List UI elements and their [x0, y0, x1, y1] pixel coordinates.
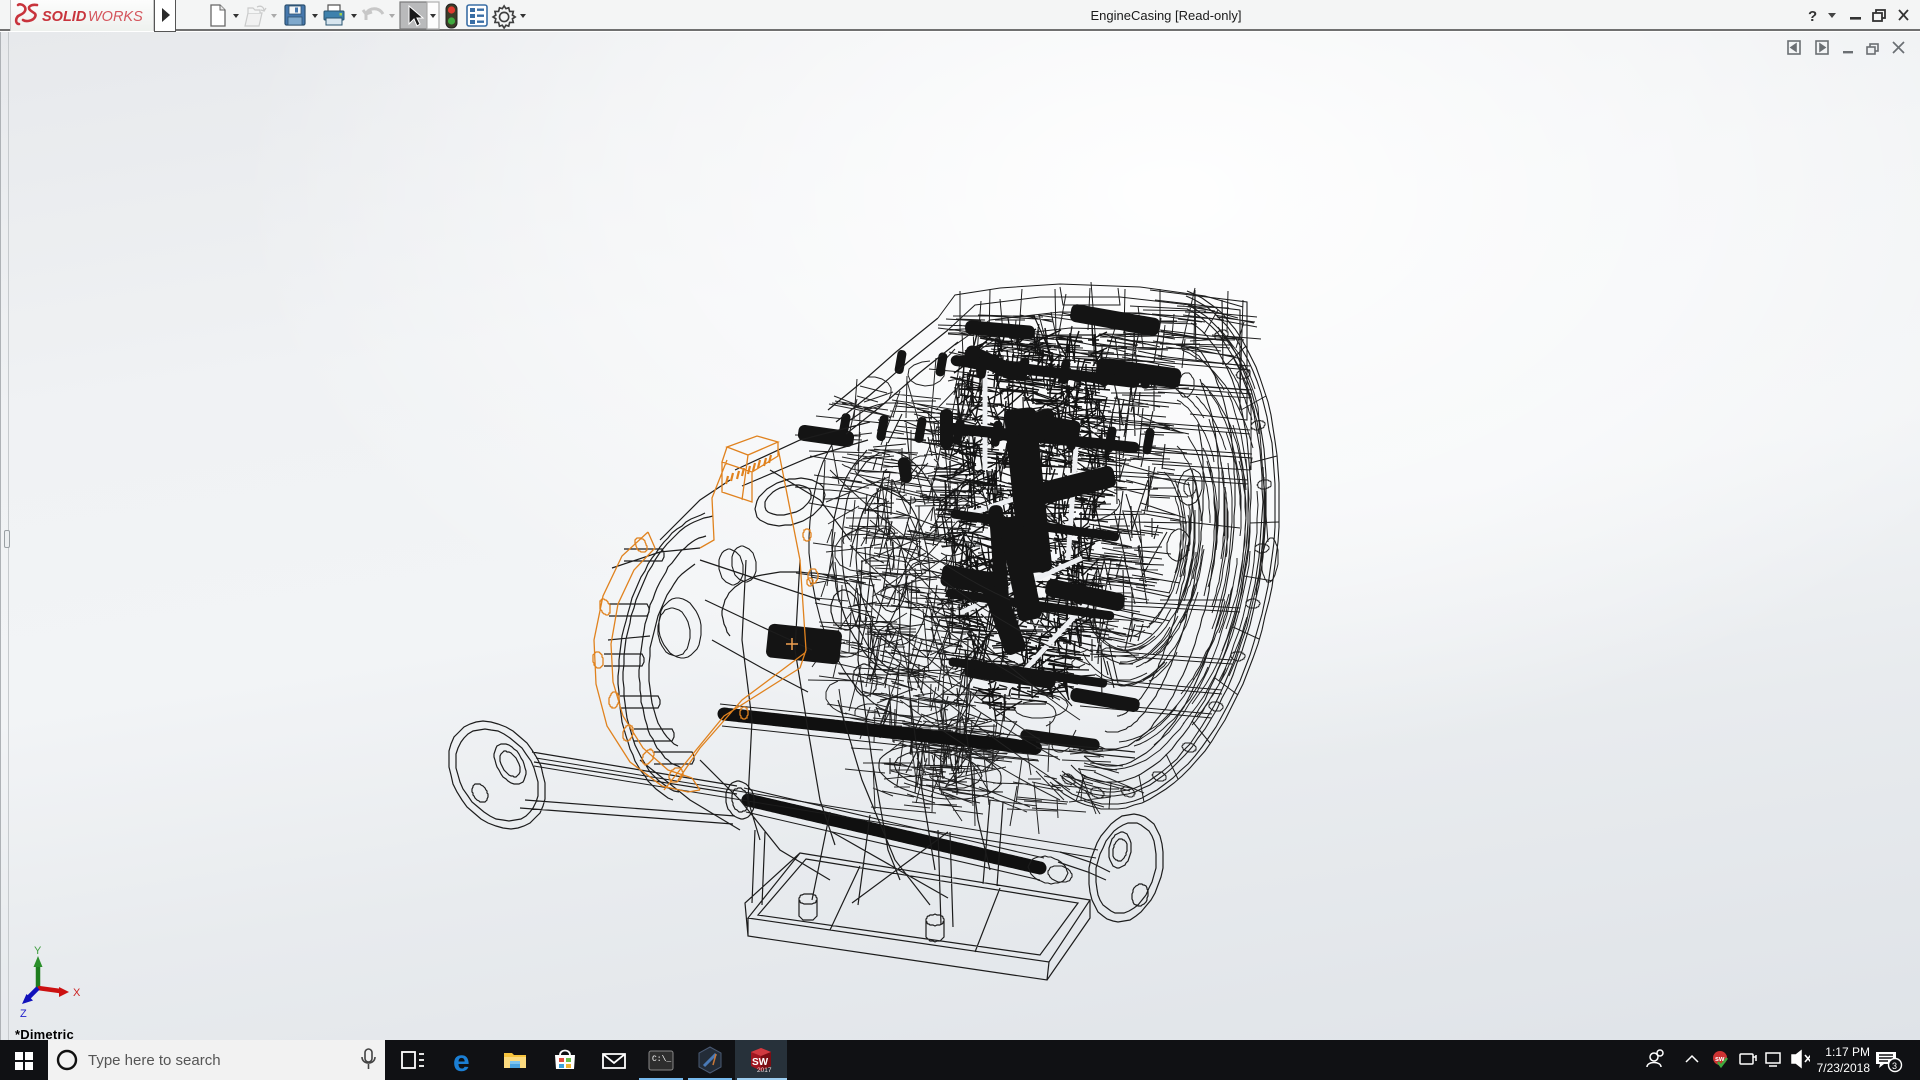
- svg-text:C:\_: C:\_: [652, 1055, 671, 1064]
- svg-text:WORKS: WORKS: [88, 9, 143, 25]
- svg-text:3: 3: [1892, 1061, 1897, 1071]
- svg-text:Z: Z: [20, 1008, 27, 1020]
- svg-text:X: X: [73, 987, 81, 999]
- svg-text:SOLID: SOLID: [42, 9, 87, 25]
- svg-text:?: ?: [1808, 8, 1817, 25]
- svg-text:2017: 2017: [757, 1067, 772, 1074]
- svg-text:e: e: [453, 1045, 470, 1078]
- svg-text:Y: Y: [34, 945, 42, 957]
